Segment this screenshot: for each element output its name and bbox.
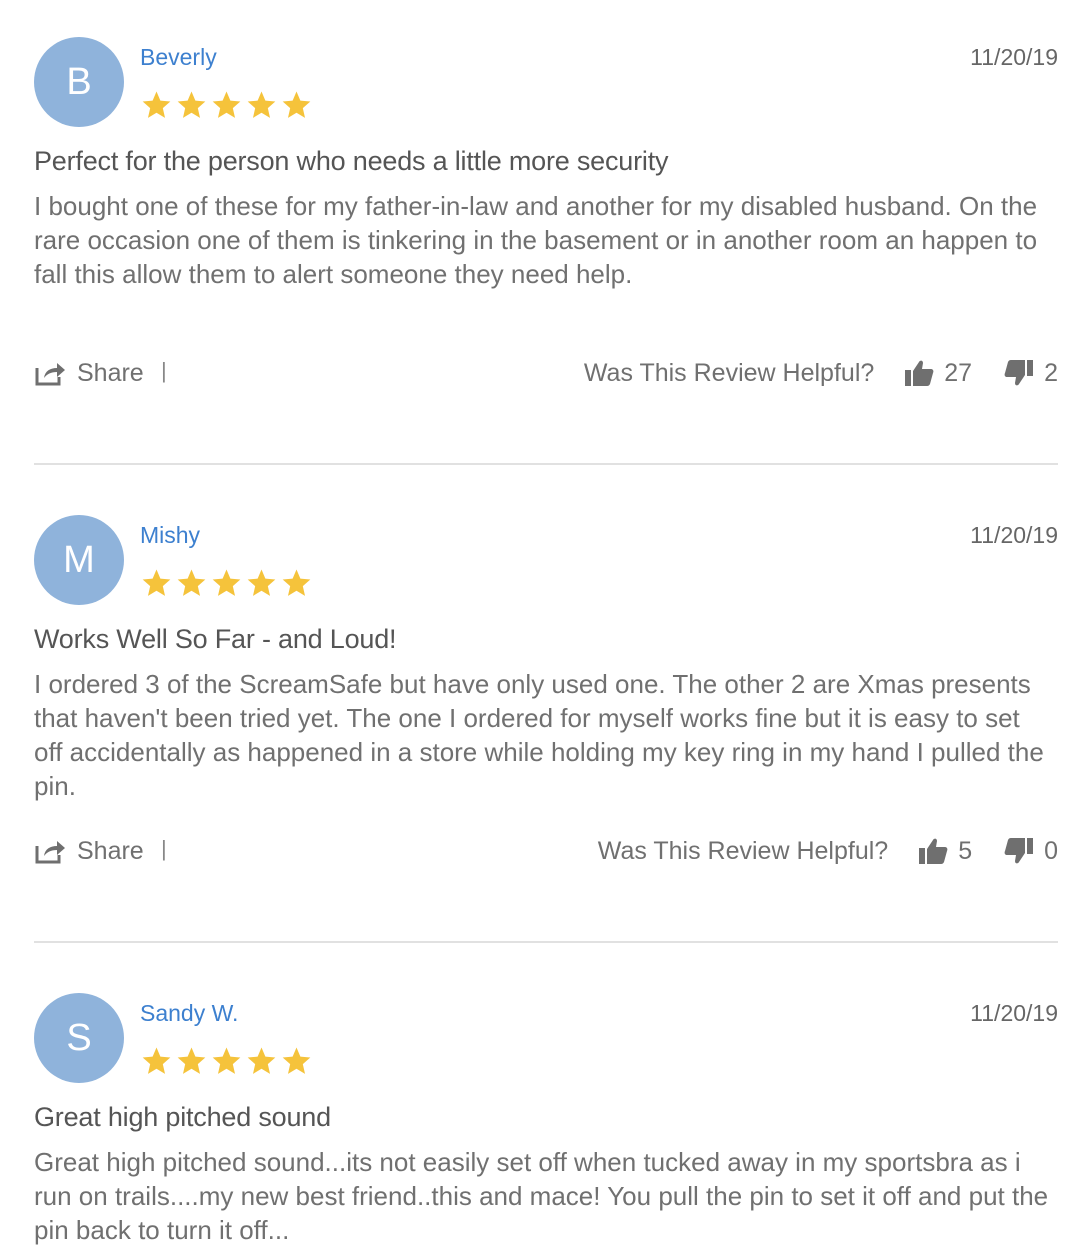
- star-icon: [176, 566, 207, 600]
- avatar: S: [34, 993, 124, 1083]
- star-icon: [211, 566, 242, 600]
- star-icon: [176, 88, 207, 122]
- thumbs-up-icon: [919, 838, 948, 864]
- share-button[interactable]: Share: [34, 355, 144, 391]
- helpful-no-count: 2: [1044, 358, 1058, 387]
- star-rating: [141, 1044, 316, 1078]
- thumbs-down-icon: [1004, 360, 1034, 386]
- helpful-yes-count: 5: [958, 836, 973, 865]
- star-icon: [246, 566, 277, 600]
- star-icon: [211, 1044, 242, 1078]
- star-icon: [211, 88, 242, 122]
- helpful-no-count: 0: [1044, 836, 1058, 865]
- review-author[interactable]: Sandy W.: [140, 1000, 238, 1027]
- helpful-widget: Was This Review Helpful? 27 2: [584, 355, 1058, 391]
- star-icon: [141, 88, 172, 122]
- review-title: Great high pitched sound: [34, 1102, 331, 1132]
- helpful-widget: Was This Review Helpful? 5 0: [598, 833, 1058, 869]
- separator: |: [161, 358, 167, 383]
- star-icon: [246, 1044, 277, 1078]
- star-icon: [281, 1044, 312, 1078]
- review-author[interactable]: Mishy: [140, 522, 200, 549]
- review-body: Great high pitched sound...its not easil…: [34, 1147, 1049, 1245]
- review-actions: Share | Was This Review Helpful? 27 2: [0, 355, 1086, 391]
- star-icon: [141, 1044, 172, 1078]
- star-rating: [141, 566, 316, 600]
- review-actions: Share | Was This Review Helpful? 5 0: [0, 833, 1086, 869]
- star-icon: [246, 88, 277, 122]
- star-icon: [281, 88, 312, 122]
- share-label: Share: [77, 836, 144, 865]
- share-label: Share: [77, 358, 144, 387]
- separator: |: [161, 836, 167, 861]
- star-icon: [176, 1044, 207, 1078]
- review-author[interactable]: Beverly: [140, 44, 217, 71]
- review-card: S Sandy W. 11/20/19 Great high pitched s…: [0, 956, 1086, 1252]
- helpful-yes-count: 27: [944, 358, 973, 387]
- review-title: Perfect for the person who needs a littl…: [34, 146, 669, 176]
- star-icon: [281, 566, 312, 600]
- helpful-question: Was This Review Helpful?: [583, 358, 875, 387]
- star-rating: [141, 88, 316, 122]
- review-title: Works Well So Far - and Loud!: [34, 624, 397, 654]
- share-icon: [35, 841, 65, 864]
- thumbs-down-button[interactable]: 0: [1004, 837, 1058, 866]
- avatar: M: [34, 515, 124, 605]
- thumbs-down-icon: [1004, 838, 1034, 864]
- review-date: 11/20/19: [970, 1000, 1058, 1026]
- avatar: B: [34, 37, 124, 127]
- review-date: 11/20/19: [970, 44, 1058, 70]
- review-card: B Beverly 11/20/19 Perfect for the perso…: [0, 0, 1086, 466]
- helpful-question: Was This Review Helpful?: [597, 836, 889, 865]
- review-card: M Mishy 11/20/19 Works Well So Far - and…: [0, 478, 1086, 944]
- review-date: 11/20/19: [970, 522, 1058, 548]
- star-icon: [141, 566, 172, 600]
- review-body: I ordered 3 of the ScreamSafe but have o…: [34, 669, 1044, 801]
- thumbs-up-button[interactable]: 27: [904, 359, 972, 388]
- review-divider: [34, 463, 1058, 465]
- share-icon: [35, 363, 65, 386]
- share-button[interactable]: Share: [34, 833, 144, 869]
- thumbs-up-icon: [905, 360, 934, 386]
- review-body: I bought one of these for my father-in-l…: [34, 191, 1038, 289]
- review-divider: [34, 941, 1058, 943]
- thumbs-down-button[interactable]: 2: [1004, 359, 1058, 388]
- thumbs-up-button[interactable]: 5: [918, 837, 972, 866]
